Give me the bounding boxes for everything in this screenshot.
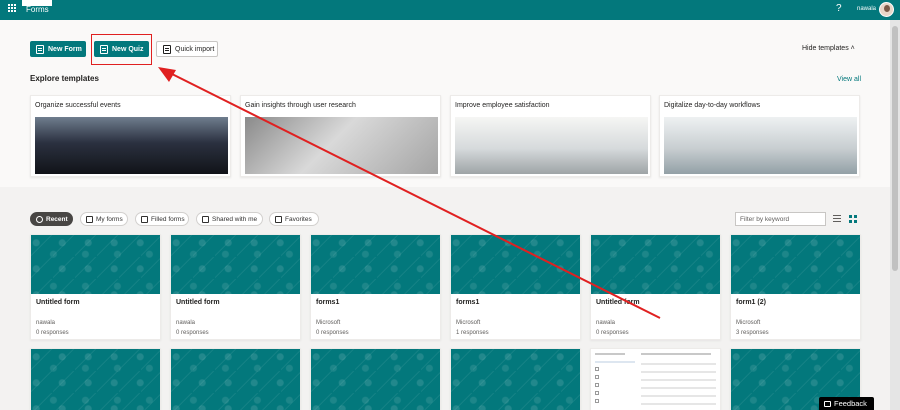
form-owner: Microsoft: [736, 320, 761, 326]
filter-keyword-input[interactable]: [735, 212, 826, 226]
app-name[interactable]: Forms: [26, 5, 49, 14]
tab-label: Shared with me: [212, 215, 258, 223]
template-title: Digitalize day-to-day workflows: [664, 102, 761, 109]
avatar[interactable]: [879, 2, 894, 17]
template-title: Organize successful events: [35, 102, 121, 109]
new-form-button[interactable]: New Form: [30, 41, 86, 57]
form-card[interactable]: [450, 348, 581, 410]
form-card[interactable]: Untitled form nawala 0 responses: [590, 234, 721, 340]
form-responses: 1 responses: [456, 330, 489, 336]
form-title: Untitled form: [36, 299, 80, 306]
feedback-icon: [824, 400, 831, 407]
form-card-cover: [731, 235, 860, 294]
hide-templates-button[interactable]: Hide templates ˄: [802, 45, 855, 52]
form-card-cover: [31, 349, 160, 410]
import-icon: [163, 44, 171, 54]
template-title: Improve employee satisfaction: [455, 102, 550, 109]
document-icon: [141, 215, 148, 223]
form-card-cover: [171, 349, 300, 410]
form-card[interactable]: [30, 348, 161, 410]
document-icon: [86, 215, 93, 223]
form-owner: nawala: [596, 320, 616, 326]
annotation-highlight-box: [91, 34, 152, 65]
explore-templates-heading: Explore templates: [30, 74, 99, 83]
template-card[interactable]: Gain insights through user research: [240, 95, 441, 177]
form-card-preview: [591, 349, 720, 410]
template-card[interactable]: Improve employee satisfaction: [450, 95, 651, 177]
form-card-cover: [311, 349, 440, 410]
form-card-cover: [311, 235, 440, 294]
form-responses: 0 responses: [36, 330, 69, 336]
tab-favorites[interactable]: Favorites: [269, 212, 319, 226]
help-icon[interactable]: ?: [836, 3, 842, 14]
new-form-label: New Form: [48, 45, 82, 53]
form-title: Untitled form: [176, 299, 220, 306]
star-icon: [275, 215, 282, 223]
form-card-cover: [31, 235, 160, 294]
form-owner: Microsoft: [456, 320, 481, 326]
tab-shared-with-me[interactable]: Shared with me: [196, 212, 263, 226]
form-title: forms1: [316, 299, 340, 306]
tab-label: Recent: [46, 215, 68, 223]
view-all-link[interactable]: View all: [837, 76, 861, 83]
form-responses: 0 responses: [596, 330, 629, 336]
quick-import-label: Quick import: [175, 45, 215, 53]
tab-label: My forms: [96, 215, 123, 223]
form-card[interactable]: [310, 348, 441, 410]
form-title: Untitled form: [596, 299, 640, 306]
form-owner: Microsoft: [316, 320, 341, 326]
clock-icon: [36, 215, 43, 223]
tab-recent[interactable]: Recent: [30, 212, 73, 226]
feedback-button[interactable]: Feedback: [819, 397, 874, 410]
form-card-cover: [451, 235, 580, 294]
quick-import-button[interactable]: Quick import: [156, 41, 218, 57]
tab-label: Favorites: [285, 215, 312, 223]
form-card[interactable]: forms1 Microsoft 1 responses: [450, 234, 581, 340]
form-card[interactable]: [170, 348, 301, 410]
template-card[interactable]: Digitalize day-to-day workflows: [659, 95, 860, 177]
user-name: nawala: [857, 6, 877, 12]
form-icon: [36, 44, 44, 54]
form-owner: nawala: [36, 320, 56, 326]
tab-my-forms[interactable]: My forms: [80, 212, 128, 226]
template-image: [664, 117, 857, 174]
tab-filled-forms[interactable]: Filled forms: [135, 212, 189, 226]
form-responses: 0 responses: [176, 330, 209, 336]
grid-view-icon[interactable]: [849, 215, 857, 223]
app-launcher-icon[interactable]: [8, 4, 16, 12]
form-card[interactable]: [590, 348, 721, 410]
people-icon: [202, 215, 209, 223]
form-title: forms1: [456, 299, 480, 306]
form-card-cover: [591, 235, 720, 294]
form-card[interactable]: Untitled form nawala 0 responses: [30, 234, 161, 340]
template-card[interactable]: Organize successful events: [30, 95, 231, 177]
form-responses: 3 responses: [736, 330, 769, 336]
template-image: [35, 117, 228, 174]
form-card[interactable]: form1 (2) Microsoft 3 responses: [730, 234, 861, 340]
form-card[interactable]: forms1 Microsoft 0 responses: [310, 234, 441, 340]
form-responses: 0 responses: [316, 330, 349, 336]
form-card-cover: [171, 235, 300, 294]
form-card[interactable]: Untitled form nawala 0 responses: [170, 234, 301, 340]
tab-label: Filled forms: [151, 215, 185, 223]
list-view-icon[interactable]: [833, 215, 841, 222]
template-image: [455, 117, 648, 174]
form-owner: nawala: [176, 320, 196, 326]
form-card-cover: [451, 349, 580, 410]
template-image: [245, 117, 438, 174]
template-title: Gain insights through user research: [245, 102, 356, 109]
app-header: Forms ? nawala: [0, 0, 900, 20]
form-title: form1 (2): [736, 299, 766, 306]
feedback-label: Feedback: [834, 399, 867, 408]
scrollbar-thumb[interactable]: [892, 26, 898, 271]
